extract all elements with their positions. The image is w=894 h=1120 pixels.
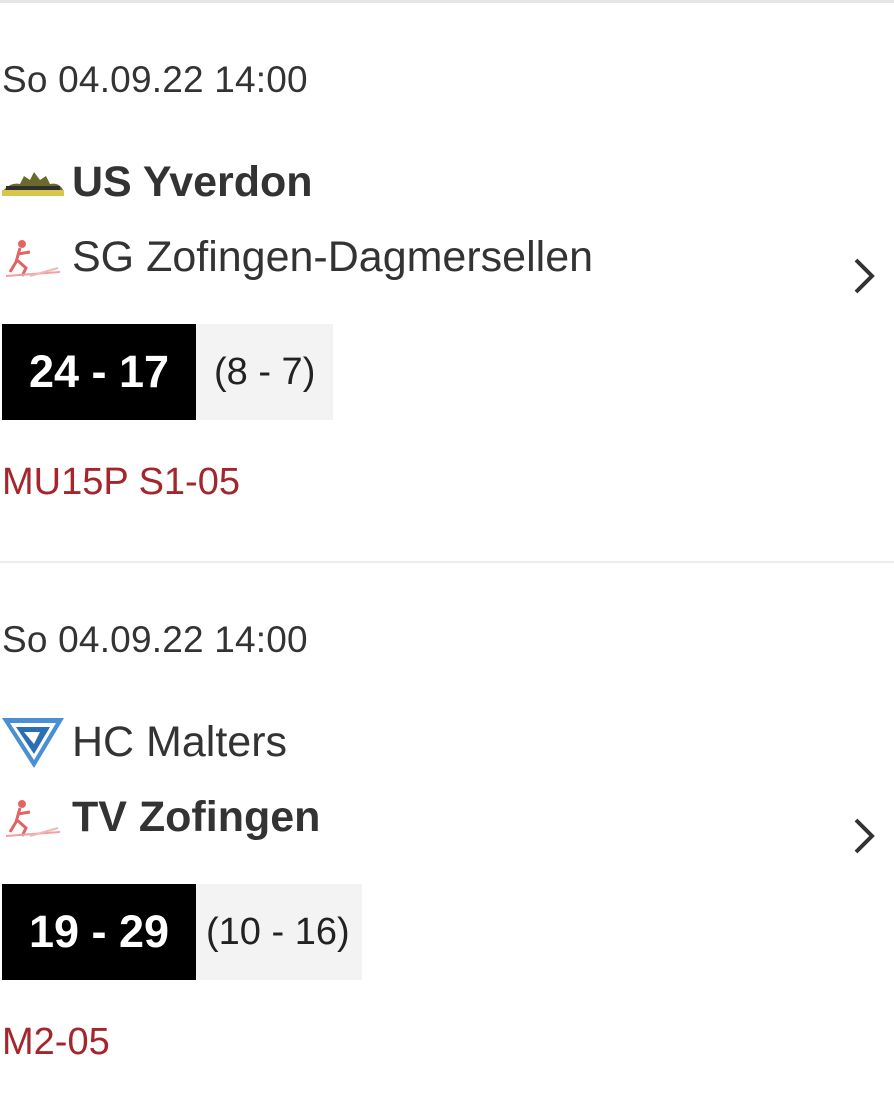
- halftime-score: (8 - 7): [196, 324, 334, 420]
- home-team-row: US Yverdon: [0, 152, 313, 212]
- match-datetime: So 04.09.22 14:00: [2, 619, 308, 660]
- score-box: 24 - 17 (8 - 7): [2, 324, 334, 420]
- away-team-row: SG Zofingen-Dagmersellen: [0, 227, 593, 287]
- final-score: 24 - 17: [2, 324, 196, 420]
- zofingen-handball-logo-icon: [0, 789, 66, 845]
- match-card[interactable]: So 04.09.22 14:00 HC Malters TV Zofingen: [0, 560, 894, 1120]
- home-team-name: US Yverdon: [72, 157, 313, 206]
- home-team-name: HC Malters: [72, 717, 288, 766]
- zofingen-handball-logo-icon: [0, 229, 66, 285]
- halftime-score: (10 - 16): [196, 884, 362, 980]
- home-team-row: HC Malters: [0, 712, 287, 772]
- us-yverdon-logo-icon: [0, 154, 66, 210]
- away-team-row: TV Zofingen: [0, 787, 320, 847]
- league-code[interactable]: M2-05: [2, 1021, 110, 1064]
- score-box: 19 - 29 (10 - 16): [2, 884, 362, 980]
- hc-malters-logo-icon: [0, 714, 66, 770]
- league-code[interactable]: MU15P S1-05: [2, 461, 240, 504]
- chevron-right-icon[interactable]: [850, 816, 878, 856]
- away-team-name: TV Zofingen: [72, 792, 321, 841]
- away-team-name: SG Zofingen-Dagmersellen: [72, 232, 594, 281]
- final-score: 19 - 29: [2, 884, 196, 980]
- chevron-right-icon[interactable]: [850, 256, 878, 296]
- match-card[interactable]: So 04.09.22 14:00 US Yverdon SG Zofingen…: [0, 0, 894, 560]
- match-datetime: So 04.09.22 14:00: [2, 59, 308, 100]
